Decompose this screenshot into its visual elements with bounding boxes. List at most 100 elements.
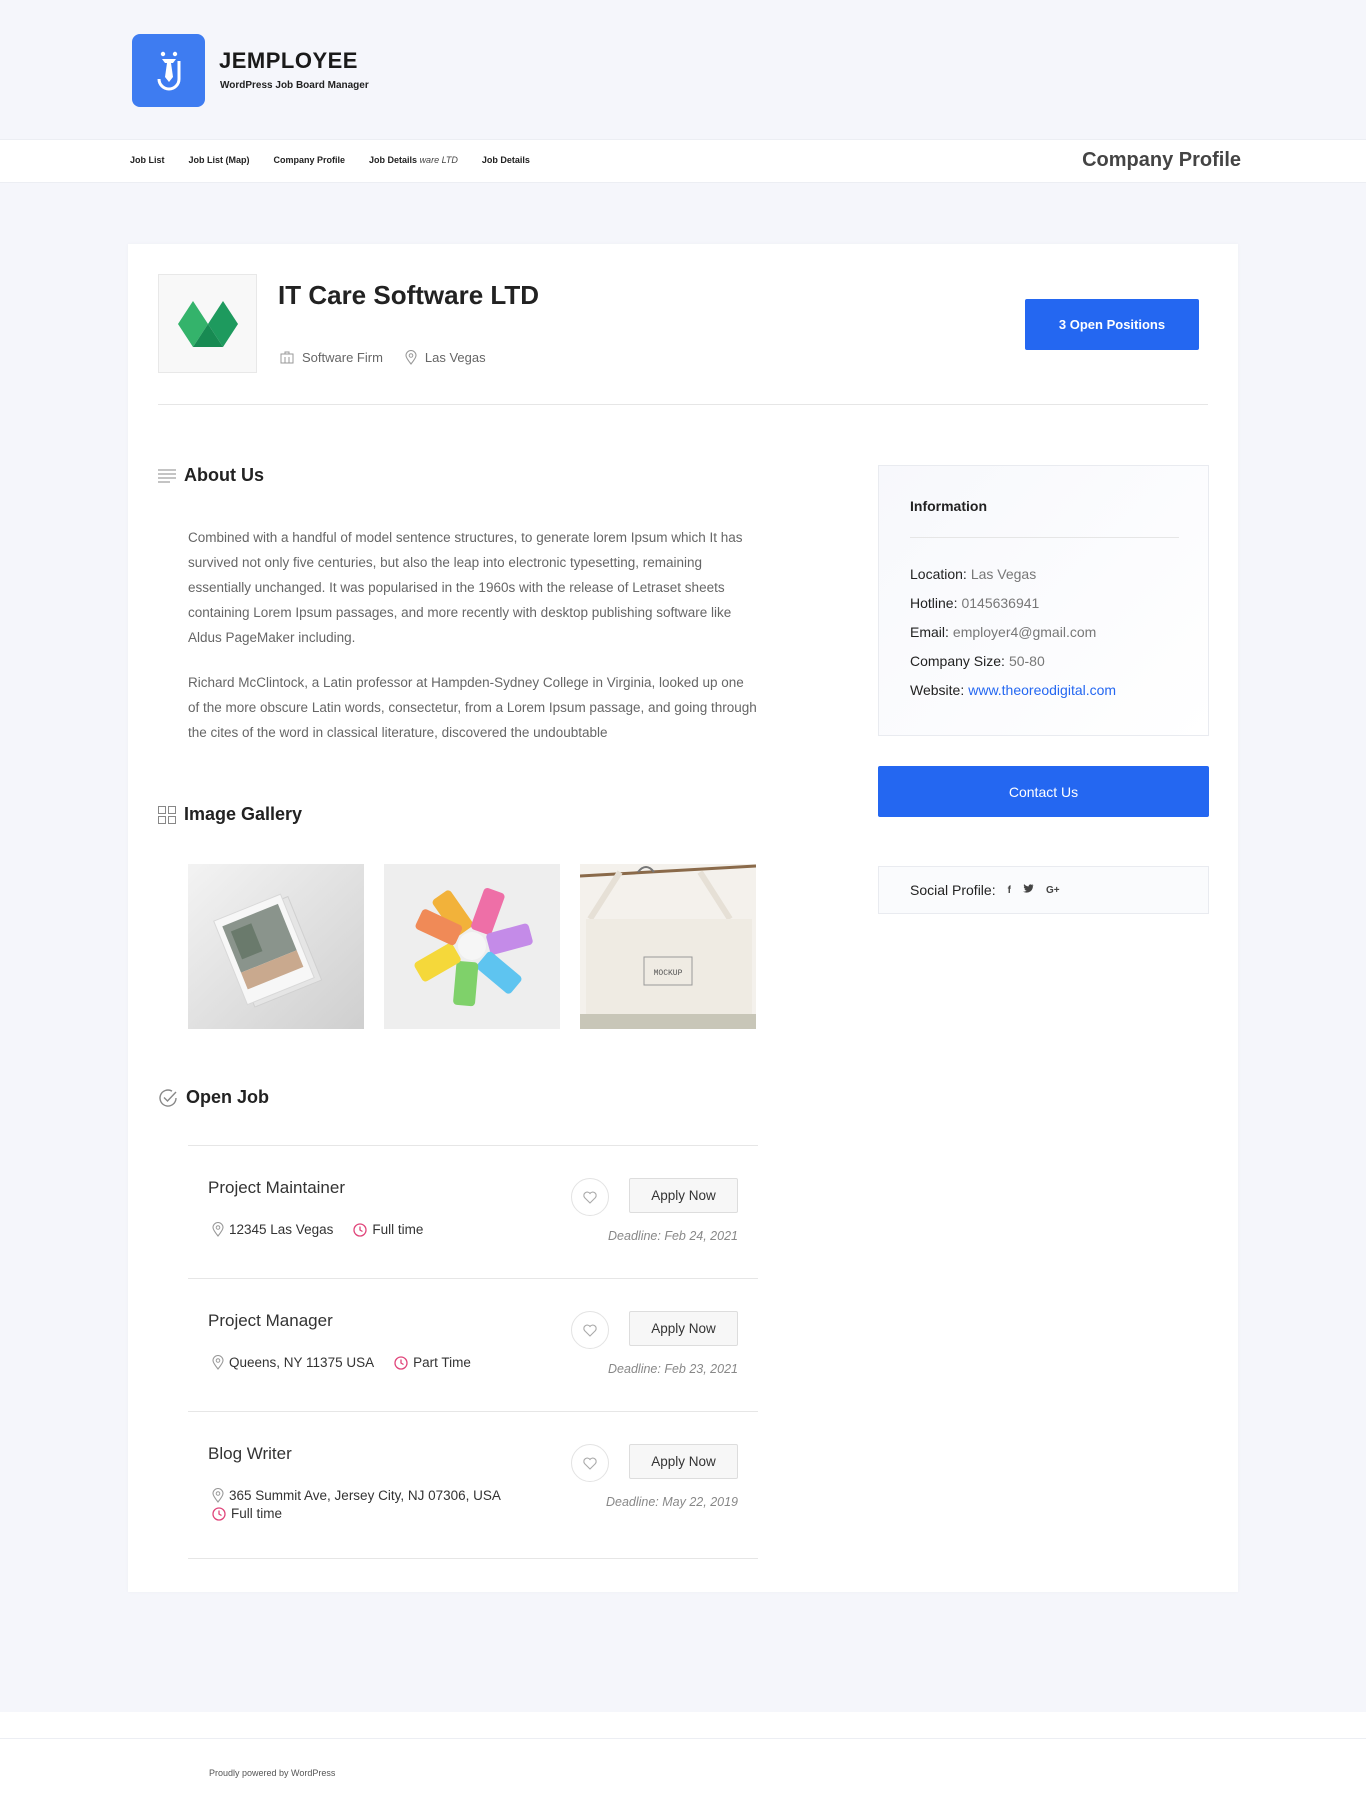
- info-value: Las Vegas: [970, 566, 1037, 582]
- google-plus-icon[interactable]: G+: [1046, 885, 1060, 896]
- job-deadline: Deadline: May 22, 2019: [605, 1495, 738, 1509]
- social-profile-label: Social Profile:: [910, 882, 996, 898]
- footer-divider: [0, 1738, 1366, 1739]
- job-location-label: 12345 Las Vegas: [229, 1222, 334, 1237]
- info-value: 0145636941: [961, 595, 1040, 611]
- info-label: Hotline:: [910, 595, 958, 611]
- svg-text:MOCKUP: MOCKUP: [654, 969, 683, 978]
- nav-job-list[interactable]: Job List: [130, 155, 165, 165]
- information-box: Information Location: Las Vegas Hotline: 0…: [878, 465, 1209, 736]
- info-row-hotline: Hotline: 0145636941: [910, 595, 1116, 624]
- job-type: Full time: [212, 1506, 282, 1521]
- job-location: 365 Summit Ave, Jersey City, NJ 07306, U…: [212, 1488, 501, 1503]
- job-type-label: Full time: [372, 1222, 424, 1237]
- company-meta: Software Firm Las Vegas: [280, 350, 508, 365]
- about-paragraph-2: Richard McClintock, a Latin professor at…: [188, 675, 757, 740]
- about-title-text: About Us: [184, 465, 264, 485]
- location-pin-icon: [212, 1222, 224, 1237]
- job-deadline: Deadline: Feb 23, 2021: [608, 1362, 738, 1376]
- job-title[interactable]: Project Maintainer: [208, 1178, 345, 1198]
- gallery-title-text: Image Gallery: [184, 804, 303, 824]
- logo-mark-icon: [157, 51, 180, 90]
- location-pin-icon: [212, 1355, 224, 1370]
- open-jobs-section-title: Open Job: [158, 1087, 269, 1108]
- info-label: Company Size:: [910, 653, 1005, 669]
- heart-icon: [583, 1457, 597, 1470]
- nav-job-details-1[interactable]: Job Details ware LTD: [369, 155, 458, 165]
- nav-job-details-label: Job Details: [369, 155, 418, 165]
- footer-credit[interactable]: Proudly powered by WordPress: [209, 1768, 335, 1778]
- info-label: Email:: [910, 624, 949, 640]
- clock-icon: [394, 1355, 408, 1370]
- social-profile-box: Social Profile: f G+: [878, 866, 1209, 914]
- clock-icon: [212, 1506, 226, 1521]
- job-location: Queens, NY 11375 USA: [212, 1355, 374, 1370]
- about-section-title: About Us: [158, 465, 264, 486]
- company-logo: [158, 274, 257, 373]
- job-type: Full time: [353, 1222, 423, 1237]
- open-jobs-title-text: Open Job: [186, 1087, 270, 1107]
- website-link[interactable]: www.theoreodigital.com: [968, 682, 1116, 698]
- company-category-label: Software Firm: [302, 350, 383, 365]
- nav-overlap-text: ware LTD: [419, 155, 458, 165]
- information-divider: [910, 537, 1179, 538]
- info-value: employer4@gmail.com: [952, 624, 1097, 640]
- apply-now-button[interactable]: Apply Now: [629, 1311, 738, 1346]
- location-pin-icon: [405, 350, 417, 365]
- twitter-icon[interactable]: [1022, 884, 1034, 896]
- job-item: Blog Writer 365 Summit Ave, Jersey City,…: [188, 1411, 758, 1559]
- job-type-label: Full time: [231, 1506, 283, 1521]
- about-paragraph-1: Combined with a handful of model sentenc…: [188, 530, 743, 645]
- favorite-button[interactable]: [571, 1311, 609, 1349]
- job-location-label: Queens, NY 11375 USA: [229, 1355, 375, 1370]
- company-profile-card: IT Care Software LTD Software Firm Las V…: [128, 244, 1238, 1592]
- job-meta: 365 Summit Ave, Jersey City, NJ 07306, U…: [212, 1488, 521, 1524]
- information-rows: Location: Las Vegas Hotline: 0145636941 Em…: [910, 566, 1116, 711]
- grid-icon: [158, 805, 176, 824]
- gallery-section-title: Image Gallery: [158, 804, 302, 825]
- gallery-image-bag[interactable]: MOCKUP: [580, 864, 756, 1029]
- page-title: Company Profile: [1082, 149, 1241, 171]
- nav-company-profile[interactable]: Company Profile: [274, 155, 346, 165]
- company-location-label: Las Vegas: [424, 350, 486, 365]
- favorite-button[interactable]: [571, 1444, 609, 1482]
- job-deadline: Deadline: Feb 24, 2021: [608, 1229, 738, 1243]
- apply-now-button[interactable]: Apply Now: [629, 1444, 738, 1479]
- site-footer: Proudly powered by WordPress: [0, 1712, 1366, 1798]
- company-name: IT Care Software LTD: [278, 280, 540, 310]
- clock-icon: [353, 1222, 367, 1237]
- brand-title: JEMPLOYEE: [219, 48, 358, 73]
- information-title: Information: [910, 498, 987, 514]
- site-logo[interactable]: [132, 34, 205, 107]
- job-meta: Queens, NY 11375 USA Part Time: [212, 1355, 491, 1373]
- apply-now-button[interactable]: Apply Now: [629, 1178, 738, 1213]
- job-title[interactable]: Project Manager: [208, 1311, 333, 1331]
- favorite-button[interactable]: [571, 1178, 609, 1216]
- heart-icon: [583, 1324, 597, 1337]
- social-icons: f G+: [1008, 884, 1060, 896]
- job-item: Project Maintainer 12345 Las Vegas Full …: [188, 1145, 758, 1278]
- nav-job-details-2[interactable]: Job Details: [482, 155, 530, 165]
- job-type: Part Time: [394, 1355, 471, 1370]
- info-label: Location:: [910, 566, 967, 582]
- info-row-email: Email: employer4@gmail.com: [910, 624, 1116, 653]
- check-circle-icon: [159, 1088, 177, 1107]
- gallery-image-tape[interactable]: [384, 864, 560, 1029]
- job-meta: 12345 Las Vegas Full time: [212, 1222, 443, 1240]
- job-location: 12345 Las Vegas: [212, 1222, 333, 1237]
- job-item: Project Manager Queens, NY 11375 USA Par…: [188, 1278, 758, 1411]
- heart-icon: [583, 1191, 597, 1204]
- info-row-company-size: Company Size: 50-80: [910, 653, 1116, 682]
- job-title[interactable]: Blog Writer: [208, 1444, 292, 1464]
- info-row-location: Location: Las Vegas: [910, 566, 1116, 595]
- job-location-label: 365 Summit Ave, Jersey City, NJ 07306, U…: [229, 1488, 501, 1503]
- info-label: Website:: [910, 682, 965, 698]
- company-category: Software Firm: [280, 350, 383, 365]
- gallery-image-brochure[interactable]: [188, 864, 364, 1029]
- open-positions-button[interactable]: 3 Open Positions: [1025, 299, 1199, 350]
- info-value: 50-80: [1008, 653, 1045, 669]
- nav-job-list-map[interactable]: Job List (Map): [189, 155, 250, 165]
- facebook-icon[interactable]: f: [1008, 885, 1011, 896]
- location-pin-icon: [212, 1488, 224, 1503]
- contact-us-button[interactable]: Contact Us: [878, 766, 1209, 817]
